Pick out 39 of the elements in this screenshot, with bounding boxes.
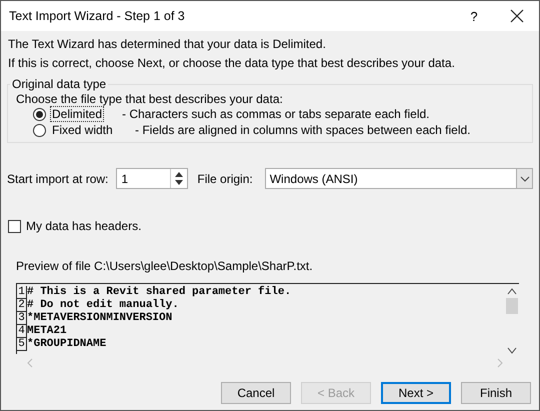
preview-line: *METAVERSIONMINVERSION xyxy=(27,312,172,325)
line-number: 2 xyxy=(17,299,27,312)
option-description: - Fields are aligned in columns with spaces between each field. xyxy=(135,123,471,137)
group-legend: Original data type xyxy=(10,77,108,91)
intro-text: If this is correct, choose Next, or choose the data type that best describes your data. xyxy=(8,57,456,70)
prompt-text: Choose the file type that best describes your data: xyxy=(16,92,284,106)
line-number: 1 xyxy=(17,286,27,299)
close-icon xyxy=(510,9,524,23)
dialog-button[interactable]: Finish xyxy=(461,382,531,404)
preview-line: # Do not edit manually. xyxy=(27,299,179,312)
file-origin-label: File origin: xyxy=(197,172,253,186)
preview-line: *GROUPIDNAME xyxy=(27,338,106,351)
preview-line: # This is a Revit shared parameter file. xyxy=(27,286,292,299)
chevron-down-icon xyxy=(520,176,530,182)
line-number: 3 xyxy=(17,312,27,325)
dialog-button[interactable]: Cancel xyxy=(221,382,291,404)
radio-button[interactable] xyxy=(33,124,46,136)
scroll-down-icon[interactable] xyxy=(507,347,517,354)
start-row-label: Start import at row: xyxy=(7,172,108,186)
checkbox-label[interactable]: My data has headers. xyxy=(26,219,142,233)
up-arrow-icon[interactable] xyxy=(175,172,184,177)
preview-line: META21 xyxy=(27,325,67,338)
radio-label[interactable]: Fixed width xyxy=(50,122,135,138)
down-arrow-icon[interactable] xyxy=(175,180,184,185)
preview-label: Preview of file C:\Users\glee\Desktop\Sample\SharP.txt. xyxy=(16,259,314,273)
help-button[interactable]: ? xyxy=(454,1,494,31)
start-row-spinner[interactable]: 1 xyxy=(116,168,188,189)
dialog-button[interactable]: Next > xyxy=(381,382,451,404)
scroll-thumb[interactable] xyxy=(506,298,518,314)
line-number: 4 xyxy=(17,325,27,338)
intro-text: The Text Wizard has determined that your data is Delimited. xyxy=(8,38,327,51)
option-description: - Characters such as commas or tabs separate each field. xyxy=(122,107,430,121)
scroll-up-icon[interactable] xyxy=(507,288,517,295)
radio-label[interactable]: Delimited xyxy=(50,106,104,122)
line-number: 5 xyxy=(17,338,27,351)
radio-button[interactable] xyxy=(33,108,46,120)
window-title: Text Import Wizard - Step 1 of 3 xyxy=(9,9,186,23)
checkbox[interactable] xyxy=(8,220,21,232)
file-origin-dropdown[interactable]: Windows (ANSI) xyxy=(264,168,533,189)
